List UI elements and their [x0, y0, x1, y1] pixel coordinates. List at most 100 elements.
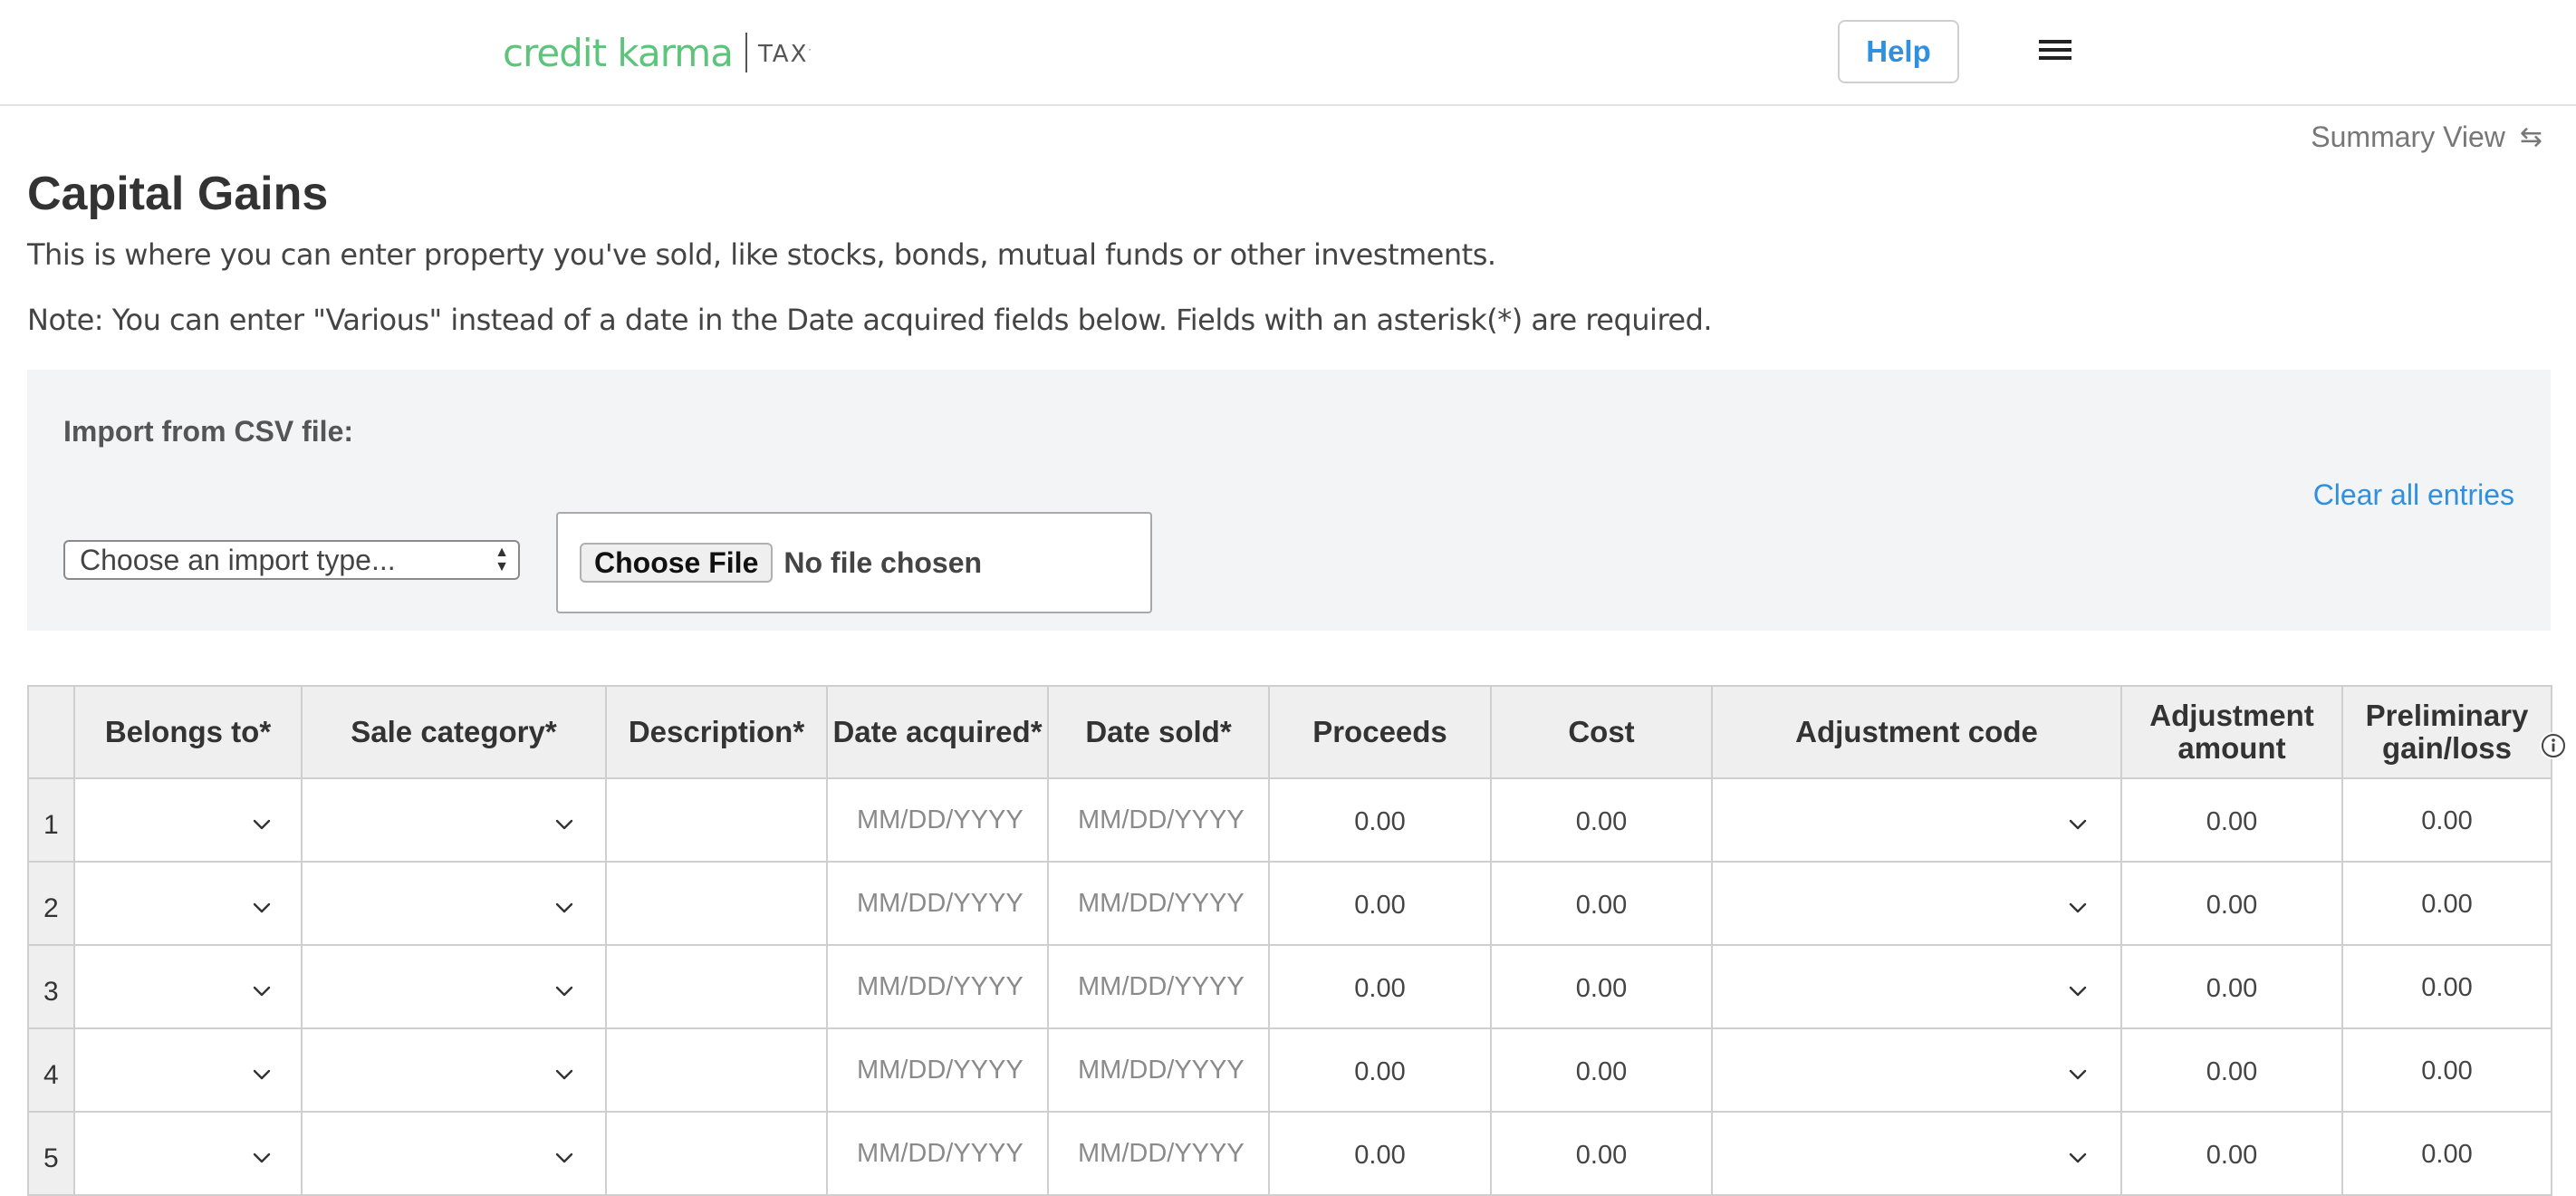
- adjustment-amount-input[interactable]: 0.00: [2120, 1111, 2343, 1196]
- adjustment-amount-input[interactable]: 0.00: [2120, 777, 2343, 863]
- header-proceeds: Proceeds: [1268, 685, 1492, 779]
- adjustment-code-select[interactable]: [1711, 1111, 2122, 1196]
- date-acquired-input[interactable]: MM/DD/YYYY: [826, 1027, 1049, 1113]
- cost-input[interactable]: 0.00: [1490, 1027, 1713, 1113]
- proceeds-input[interactable]: 0.00: [1268, 861, 1492, 946]
- belongs-to-select[interactable]: [73, 777, 303, 863]
- header-row-number: [27, 685, 75, 779]
- chevron-down-icon: [2068, 1145, 2088, 1165]
- cost-input[interactable]: 0.00: [1490, 1111, 1713, 1196]
- file-status-text: No file chosen: [783, 545, 983, 579]
- sale-category-select[interactable]: [301, 1027, 607, 1113]
- sale-category-select[interactable]: [301, 777, 607, 863]
- preliminary-gain-loss-value: 0.00: [2341, 1027, 2552, 1113]
- adjustment-amount-input[interactable]: 0.00: [2120, 944, 2343, 1029]
- select-arrows-icon: ▲ ▼: [495, 545, 509, 574]
- import-label: Import from CSV file:: [63, 415, 354, 448]
- date-sold-input[interactable]: MM/DD/YYYY: [1047, 1111, 1270, 1196]
- info-icon[interactable]: [2540, 732, 2567, 759]
- file-upload-box: Choose File No file chosen: [556, 512, 1152, 613]
- cost-input[interactable]: 0.00: [1490, 777, 1713, 863]
- date-sold-input[interactable]: MM/DD/YYYY: [1047, 861, 1270, 946]
- header-cost: Cost: [1490, 685, 1713, 779]
- date-acquired-input[interactable]: MM/DD/YYYY: [826, 861, 1049, 946]
- header-belongs-to: Belongs to*: [73, 685, 303, 779]
- clear-all-entries-link[interactable]: Clear all entries: [2313, 478, 2514, 512]
- import-type-select[interactable]: Choose an import type... ▲ ▼: [63, 540, 520, 580]
- adjustment-code-select[interactable]: [1711, 861, 2122, 946]
- header-adjustment-amount-line1: Adjustment: [2149, 699, 2314, 732]
- logo-tax-text: TAX·: [757, 41, 813, 68]
- belongs-to-select[interactable]: [73, 1111, 303, 1196]
- row-number: 5: [27, 1111, 75, 1196]
- table-row: 3 MM/DD/YYYY MM/DD/YYYY 0.00 0.00 0.00 0.00: [27, 944, 2552, 1029]
- proceeds-input[interactable]: 0.00: [1268, 944, 1492, 1029]
- help-button[interactable]: Help: [1838, 20, 1959, 83]
- table-row: 1 MM/DD/YYYY MM/DD/YYYY 0.00 0.00 0.00 0.00: [27, 777, 2552, 863]
- choose-file-button[interactable]: Choose File: [580, 543, 774, 583]
- hamburger-menu-icon[interactable]: [2039, 40, 2071, 63]
- row-number: 1: [27, 777, 75, 863]
- header-prelim-line2: gain/loss: [2381, 731, 2513, 765]
- sale-category-select[interactable]: [301, 944, 607, 1029]
- chevron-down-icon: [252, 1062, 272, 1082]
- description-input[interactable]: [605, 944, 828, 1029]
- adjustment-amount-input[interactable]: 0.00: [2120, 861, 2343, 946]
- chevron-down-icon: [554, 979, 574, 998]
- belongs-to-select[interactable]: [73, 944, 303, 1029]
- preliminary-gain-loss-value: 0.00: [2341, 861, 2552, 946]
- header-description: Description*: [605, 685, 828, 779]
- adjustment-code-select[interactable]: [1711, 1027, 2122, 1113]
- capital-gains-table: Belongs to* Sale category* Description* …: [27, 685, 2567, 1196]
- swap-arrows-icon: ⇆: [2519, 122, 2542, 152]
- summary-view-label: Summary View: [2311, 121, 2505, 153]
- belongs-to-select[interactable]: [73, 1027, 303, 1113]
- adjustment-amount-input[interactable]: 0.00: [2120, 1027, 2343, 1113]
- date-acquired-input[interactable]: MM/DD/YYYY: [826, 944, 1049, 1029]
- chevron-down-icon: [554, 895, 574, 915]
- chevron-down-icon: [252, 895, 272, 915]
- table-row: 4 MM/DD/YYYY MM/DD/YYYY 0.00 0.00 0.00 0.00: [27, 1027, 2552, 1113]
- chevron-down-icon: [2068, 895, 2088, 915]
- cost-input[interactable]: 0.00: [1490, 944, 1713, 1029]
- proceeds-input[interactable]: 0.00: [1268, 1027, 1492, 1113]
- row-number: 3: [27, 944, 75, 1029]
- table-body: 1 MM/DD/YYYY MM/DD/YYYY 0.00 0.00 0.00 0.00 2 MM…: [27, 777, 2552, 1196]
- sale-category-select[interactable]: [301, 1111, 607, 1196]
- chevron-down-icon: [554, 1145, 574, 1165]
- proceeds-input[interactable]: 0.00: [1268, 1111, 1492, 1196]
- credit-karma-tax-logo[interactable]: credit karma TAX·: [503, 27, 813, 78]
- table-header-row: Belongs to* Sale category* Description* …: [27, 685, 2567, 779]
- adjustment-code-select[interactable]: [1711, 777, 2122, 863]
- date-sold-input[interactable]: MM/DD/YYYY: [1047, 944, 1270, 1029]
- adjustment-code-select[interactable]: [1711, 944, 2122, 1029]
- page-note: Note: You can enter "Various" instead of…: [27, 303, 1713, 337]
- header-date-acquired: Date acquired*: [826, 685, 1049, 779]
- chevron-down-icon: [252, 1145, 272, 1165]
- proceeds-input[interactable]: 0.00: [1268, 777, 1492, 863]
- preliminary-gain-loss-value: 0.00: [2341, 1111, 2552, 1196]
- description-input[interactable]: [605, 1111, 828, 1196]
- description-input[interactable]: [605, 861, 828, 946]
- summary-view-toggle[interactable]: Summary View ⇆: [2311, 121, 2542, 154]
- description-input[interactable]: [605, 777, 828, 863]
- date-sold-input[interactable]: MM/DD/YYYY: [1047, 1027, 1270, 1113]
- row-number: 4: [27, 1027, 75, 1113]
- chevron-down-icon: [554, 1062, 574, 1082]
- row-number: 2: [27, 861, 75, 946]
- belongs-to-select[interactable]: [73, 861, 303, 946]
- header-prelim-line1: Preliminary: [2365, 699, 2529, 732]
- sale-category-select[interactable]: [301, 861, 607, 946]
- header-adjustment-code: Adjustment code: [1711, 685, 2122, 779]
- date-acquired-input[interactable]: MM/DD/YYYY: [826, 777, 1049, 863]
- cost-input[interactable]: 0.00: [1490, 861, 1713, 946]
- header-adjustment-amount-line2: amount: [2177, 731, 2286, 765]
- logo-text: credit karma: [503, 30, 734, 75]
- chevron-down-icon: [2068, 812, 2088, 832]
- top-header: credit karma TAX· Help: [0, 0, 2576, 106]
- page-subtitle: This is where you can enter property you…: [27, 237, 1496, 272]
- date-acquired-input[interactable]: MM/DD/YYYY: [826, 1111, 1049, 1196]
- description-input[interactable]: [605, 1027, 828, 1113]
- header-preliminary-gain-loss: Preliminary gain/loss: [2341, 685, 2567, 779]
- date-sold-input[interactable]: MM/DD/YYYY: [1047, 777, 1270, 863]
